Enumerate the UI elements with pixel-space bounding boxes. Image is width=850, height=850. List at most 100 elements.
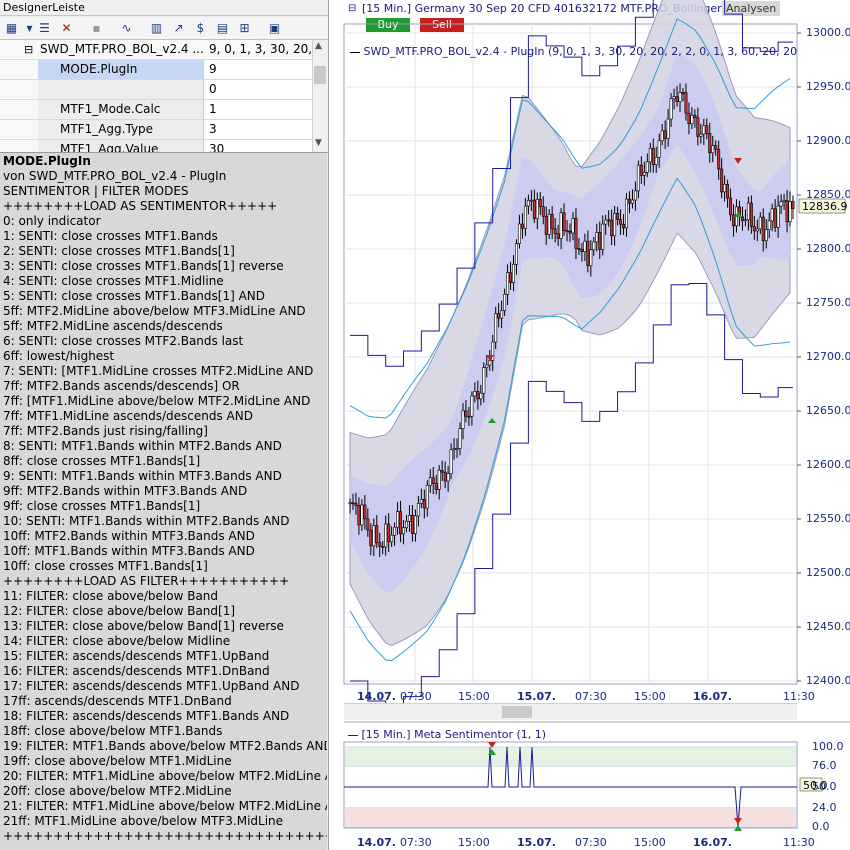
candle-body: [598, 232, 602, 250]
candle-body: [776, 205, 780, 228]
candle-body: [455, 448, 459, 450]
candle-body: [648, 148, 652, 163]
candle-body: [467, 415, 471, 418]
sub-x-tick-label: 15:00: [634, 836, 666, 849]
y-tick-label: 12950.0: [806, 80, 850, 93]
sub-legend-text: [15 Min.] Meta Sentimentor (1, 1): [361, 728, 547, 741]
candle-body: [654, 156, 658, 165]
candle-body: [532, 199, 536, 219]
candle-body: [583, 240, 587, 252]
candle-body: [586, 240, 590, 267]
candle-body: [613, 213, 617, 237]
candle-body: [663, 130, 667, 139]
candle-body: [723, 184, 727, 193]
x-tick-label: 15:00: [634, 690, 666, 703]
chart-canvas: [343, 0, 850, 831]
candle-body: [630, 199, 634, 204]
candle-body: [506, 272, 510, 295]
buy-zone: [345, 747, 796, 767]
candle-body: [553, 228, 557, 235]
candle-body: [366, 518, 370, 531]
candle-body: [399, 511, 403, 535]
candle-body: [494, 313, 498, 343]
candle-body: [372, 525, 376, 547]
candle-body: [482, 367, 486, 394]
candle-body: [589, 249, 593, 267]
candle-body: [431, 477, 435, 484]
candle-body: [645, 161, 649, 173]
candle-body: [758, 216, 762, 230]
y-tick-label: 12400.0: [806, 674, 850, 687]
candle-body: [779, 201, 783, 207]
candle-body: [714, 145, 718, 150]
y-tick-label: 12700.0: [806, 350, 850, 363]
candle-body: [702, 125, 706, 135]
candle-body: [387, 523, 391, 543]
bollinger-bands: [349, 0, 793, 713]
y-tick-label: 12500.0: [806, 566, 850, 579]
candle-body: [669, 98, 673, 120]
candle-body: [690, 114, 694, 124]
candle-body: [782, 200, 786, 203]
mtf1-band-fill: [350, 53, 791, 593]
candle-body: [729, 197, 733, 216]
sub-x-tick-label: 11:30: [783, 836, 815, 849]
candle-body: [660, 130, 664, 142]
candle-body: [538, 198, 542, 207]
candle-body: [369, 529, 373, 547]
candle-body: [711, 145, 715, 154]
last-price-label: 12836.9: [802, 200, 848, 213]
candle-body: [437, 469, 441, 490]
candle-body: [512, 263, 516, 283]
candle-body: [410, 515, 414, 534]
sub-last-value: 50.0: [803, 779, 828, 792]
sub-y-tick-label: 76.0: [812, 759, 837, 773]
candle-body: [378, 542, 382, 547]
candle-body: [678, 92, 682, 102]
candle-body: [601, 223, 605, 250]
candle-body: [526, 200, 530, 207]
candle-body: [684, 92, 688, 114]
candle-body: [547, 214, 551, 235]
candle-body: [360, 504, 364, 526]
candle-body: [509, 272, 513, 283]
candle-body: [610, 219, 614, 237]
candle-body: [580, 249, 584, 252]
candle-body: [627, 198, 631, 204]
hscroll-thumb[interactable]: [502, 706, 532, 718]
candle-body: [535, 198, 539, 219]
y-tick-label: 12450.0: [806, 620, 850, 633]
candle-body: [503, 294, 507, 311]
candle-body: [622, 223, 626, 229]
sub-legend: [15 Min.] Meta Sentimentor (1, 1): [348, 728, 546, 742]
sub-x-tick-label: 15.07.: [517, 836, 556, 849]
candle-body: [568, 230, 572, 234]
candle-body: [434, 483, 438, 490]
candle-body: [396, 511, 400, 528]
candle-body: [384, 523, 388, 548]
candle-body: [357, 505, 361, 526]
candle-body: [764, 229, 768, 242]
candle-body: [639, 164, 643, 176]
y-tick-label: 12750.0: [806, 296, 850, 309]
candle-body: [514, 243, 518, 265]
candle-body: [517, 223, 521, 244]
candle-body: [755, 228, 759, 232]
candle-body: [696, 117, 700, 137]
candle-body: [351, 502, 355, 505]
candle-body: [571, 218, 575, 234]
candle-body: [416, 503, 420, 517]
candle-body: [732, 214, 736, 227]
candle-body: [761, 216, 765, 242]
chart-hscroll[interactable]: [344, 703, 797, 720]
x-tick-label: 07:30: [400, 690, 432, 703]
sub-x-tick-label: 15:00: [458, 836, 490, 849]
candle-body: [449, 449, 453, 474]
indicator-legend-text: SWD_MTF.PRO_BOL_v2.4 - PlugIn (9, 0, 1, …: [363, 45, 798, 58]
candle-body: [740, 216, 744, 221]
candle-body: [791, 201, 795, 209]
candle-body: [363, 504, 367, 520]
candle-body: [556, 233, 560, 239]
candle-body: [446, 473, 450, 482]
candle-body: [749, 202, 753, 227]
